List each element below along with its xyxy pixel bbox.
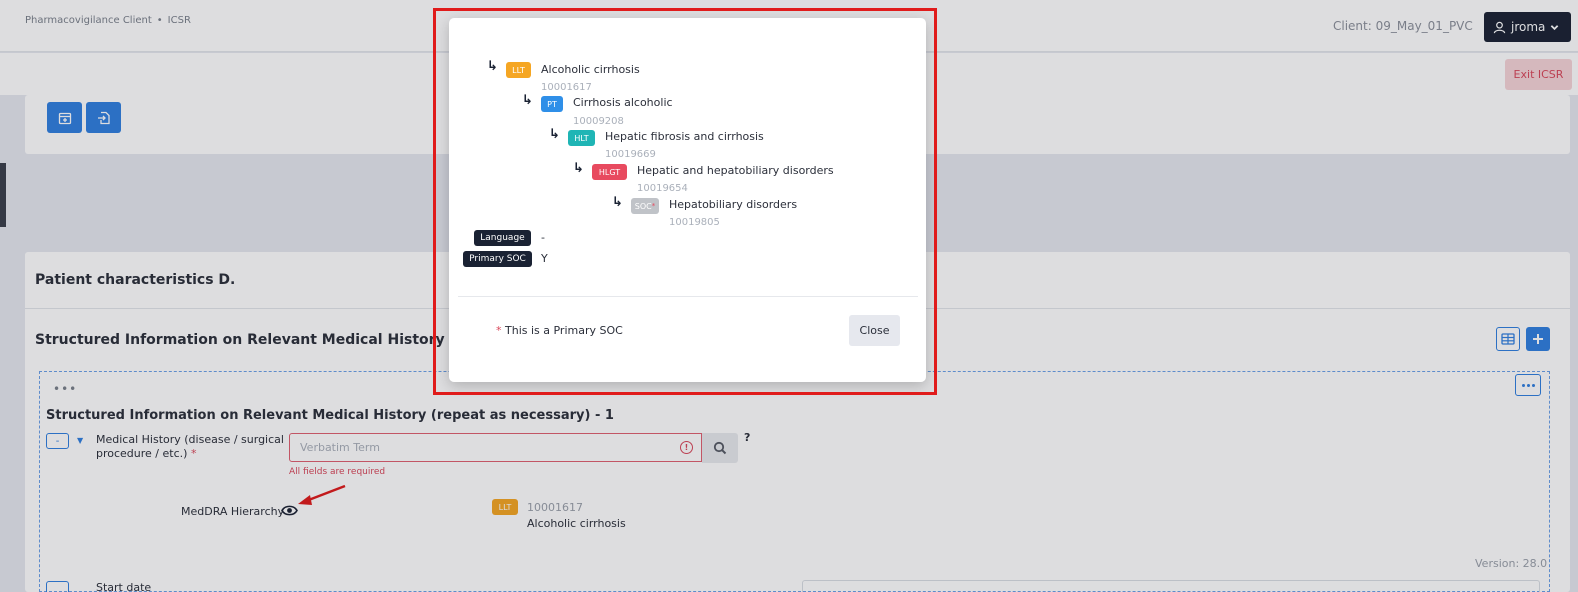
llt-code: 10001617 — [541, 82, 592, 93]
pt-badge: PT — [541, 96, 563, 112]
primary-soc-value: Y — [541, 252, 548, 265]
hlgt-code: 10019654 — [637, 183, 688, 194]
tree-arrow-icon: ↳ — [549, 127, 560, 142]
primary-soc-tag: Primary SOC — [463, 251, 532, 267]
close-button[interactable]: Close — [849, 315, 900, 346]
pt-name: Cirrhosis alcoholic — [573, 96, 673, 109]
primary-soc-mark: * — [651, 202, 656, 210]
tree-arrow-icon: ↳ — [612, 195, 623, 210]
llt-badge: LLT — [506, 62, 531, 78]
hlgt-name: Hepatic and hepatobiliary disorders — [637, 164, 834, 177]
hlgt-badge: HLGT — [592, 164, 627, 180]
pt-code: 10009208 — [573, 116, 624, 127]
soc-name: Hepatobiliary disorders — [669, 198, 798, 211]
modal-divider — [458, 296, 918, 297]
hlt-name: Hepatic fibrosis and cirrhosis — [605, 130, 764, 143]
primary-soc-footnote: * This is a Primary SOC — [496, 324, 623, 337]
soc-code: 10019805 — [669, 217, 720, 228]
language-value: - — [541, 231, 545, 244]
hlt-badge: HLT — [568, 130, 595, 146]
soc-badge: SOC * — [631, 198, 659, 214]
tree-arrow-icon: ↳ — [573, 161, 584, 176]
hlt-code: 10019669 — [605, 149, 656, 160]
tree-arrow-icon: ↳ — [487, 59, 498, 74]
llt-name: Alcoholic cirrhosis — [541, 63, 640, 76]
tree-arrow-icon: ↳ — [522, 93, 533, 108]
language-tag: Language — [474, 230, 531, 246]
